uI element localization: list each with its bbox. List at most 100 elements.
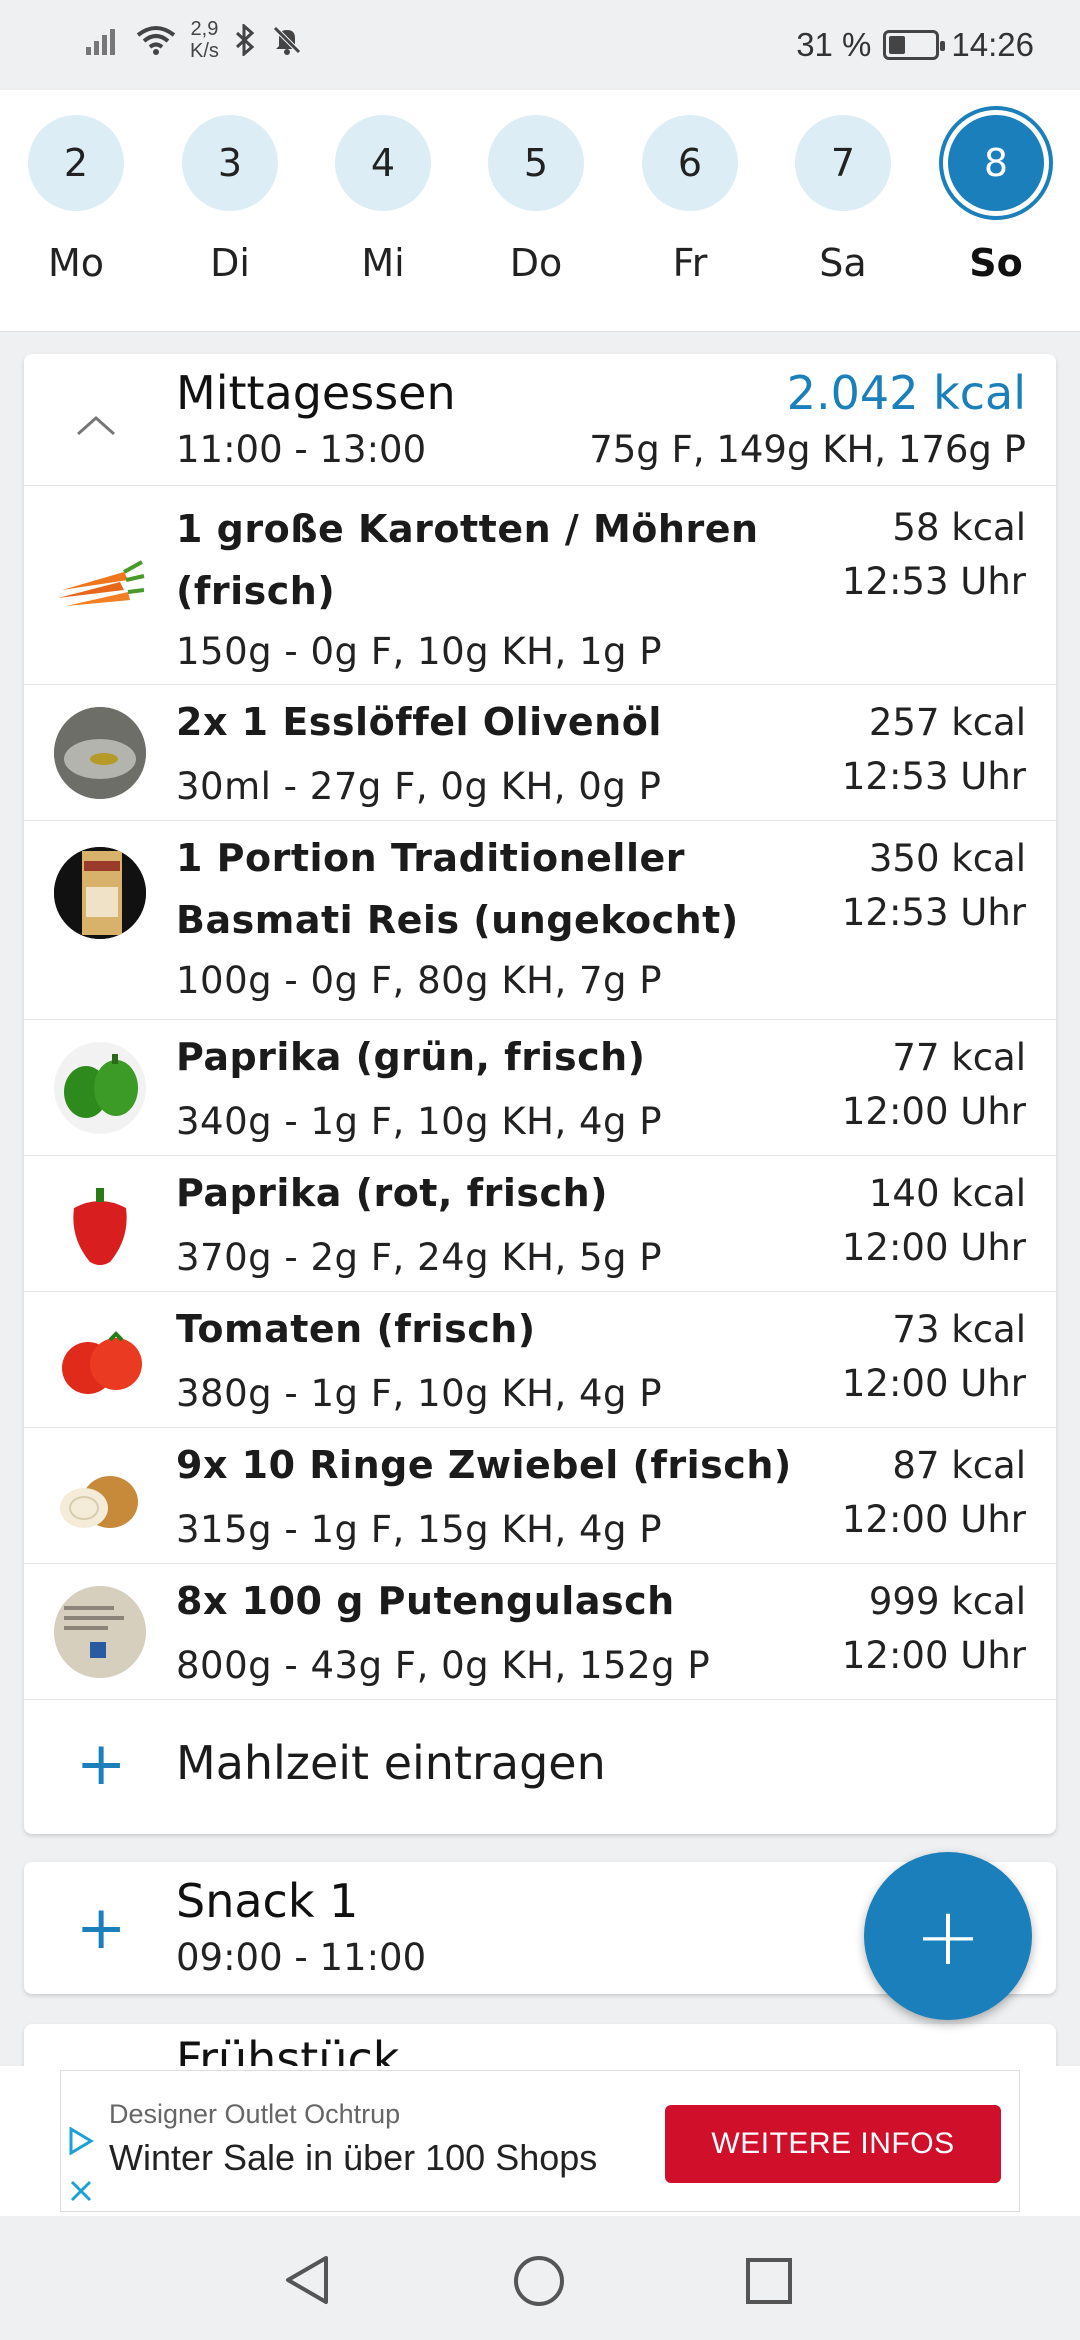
food-kcal: 87 kcal xyxy=(892,1444,1026,1487)
bell-off-icon xyxy=(273,26,301,55)
meal-title: Snack 1 xyxy=(176,1874,359,1928)
food-time: 12:53 Uhr xyxy=(841,891,1026,934)
add-meal-label: Mahlzeit eintragen xyxy=(176,1736,606,1790)
meal-kcal: 2.042 kcal xyxy=(786,366,1026,420)
red-pepper-image xyxy=(54,1178,146,1270)
food-item-onion[interactable]: 9x 10 Ringe Zwiebel (frisch) 315g - 1g F… xyxy=(24,1428,1056,1564)
food-details: 315g - 1g F, 15g KH, 4g P xyxy=(176,1508,663,1551)
food-kcal: 58 kcal xyxy=(892,506,1026,549)
back-icon[interactable] xyxy=(282,2254,332,2306)
food-item-tomato[interactable]: Tomaten (frisch) 380g - 1g F, 10g KH, 4g… xyxy=(24,1292,1056,1428)
ad-advertiser: Designer Outlet Ochtrup xyxy=(109,2099,401,2129)
food-item-green-pepper[interactable]: Paprika (grün, frisch) 340g - 1g F, 10g … xyxy=(24,1020,1056,1156)
turkey-package-image xyxy=(54,1586,146,1678)
recents-icon[interactable] xyxy=(744,2256,794,2306)
food-details: 340g - 1g F, 10g KH, 4g P xyxy=(176,1100,663,1143)
net-speed-unit: K/s xyxy=(190,40,219,62)
day-number: 8 xyxy=(948,115,1044,211)
battery-icon xyxy=(883,30,946,60)
food-time: 12:00 Uhr xyxy=(841,1362,1026,1405)
food-name: Tomaten (frisch) xyxy=(176,1307,536,1351)
day-sa[interactable]: 7 Sa xyxy=(793,115,893,285)
chevron-up-icon[interactable] xyxy=(76,404,116,444)
food-item-red-pepper[interactable]: Paprika (rot, frisch) 370g - 2g F, 24g K… xyxy=(24,1156,1056,1292)
meal-macros: 75g F, 149g KH, 176g P xyxy=(589,428,1026,471)
ad-choices-icon[interactable] xyxy=(67,2127,95,2155)
meal-card-lunch: Mittagessen 11:00 - 13:00 2.042 kcal 75g… xyxy=(24,354,1056,1834)
food-time: 12:53 Uhr xyxy=(841,755,1026,798)
food-kcal: 73 kcal xyxy=(892,1308,1026,1351)
food-kcal: 350 kcal xyxy=(868,837,1026,880)
food-name: Paprika (grün, frisch) xyxy=(176,1035,646,1079)
day-di[interactable]: 3 Di xyxy=(180,115,280,285)
day-so-selected[interactable]: 8 So xyxy=(946,115,1046,285)
day-label: Mi xyxy=(361,241,405,285)
meal-title: Mittagessen xyxy=(176,366,456,420)
food-name: 2x 1 Esslöffel Olivenöl xyxy=(176,700,662,744)
day-number: 2 xyxy=(28,115,124,211)
day-number: 4 xyxy=(335,115,431,211)
food-time: 12:00 Uhr xyxy=(841,1090,1026,1133)
food-name: 9x 10 Ringe Zwiebel (frisch) xyxy=(176,1443,792,1487)
close-icon[interactable] xyxy=(69,2179,93,2203)
meal-time: 09:00 - 11:00 xyxy=(176,1936,427,1979)
day-label: Mo xyxy=(47,241,105,285)
food-kcal: 999 kcal xyxy=(868,1580,1026,1623)
food-item-basmati-rice[interactable]: 1 Portion Traditioneller Basmati Reis (u… xyxy=(24,821,1056,1020)
food-name: 1 große Karotten / Möhren xyxy=(176,507,759,551)
plus-icon: + xyxy=(76,1729,127,1799)
food-item-carrot[interactable]: 1 große Karotten / Möhren (frisch) 150g … xyxy=(24,486,1056,685)
food-kcal: 257 kcal xyxy=(868,701,1026,744)
food-kcal: 77 kcal xyxy=(892,1036,1026,1079)
add-fab-button[interactable]: + xyxy=(864,1852,1032,2020)
meal-header[interactable]: Mittagessen 11:00 - 13:00 2.042 kcal 75g… xyxy=(24,354,1056,486)
food-details: 800g - 43g F, 0g KH, 152g P xyxy=(176,1644,711,1687)
day-label: Fr xyxy=(672,241,708,285)
wifi-icon xyxy=(136,26,176,55)
ad-cta-button[interactable]: WEITERE INFOS xyxy=(665,2105,1001,2183)
plus-icon[interactable]: + xyxy=(76,1898,126,1958)
food-item-turkey-goulash[interactable]: 8x 100 g Putengulasch 800g - 43g F, 0g K… xyxy=(24,1564,1056,1700)
tomato-image xyxy=(54,1314,146,1406)
home-icon[interactable] xyxy=(512,2254,566,2308)
food-details: 30ml - 27g F, 0g KH, 0g P xyxy=(176,765,662,808)
food-item-olive-oil[interactable]: 2x 1 Esslöffel Olivenöl 30ml - 27g F, 0g… xyxy=(24,685,1056,821)
food-details: 150g - 0g F, 10g KH, 1g P xyxy=(176,630,663,673)
week-day-selector: 2 Mo 3 Di 4 Mi 5 Do 6 Fr 7 Sa 8 So xyxy=(0,90,1080,332)
food-kcal: 140 kcal xyxy=(868,1172,1026,1215)
day-label: Sa xyxy=(819,241,867,285)
meal-time: 11:00 - 13:00 xyxy=(176,428,427,471)
day-number: 3 xyxy=(182,115,278,211)
clock: 14:26 xyxy=(951,26,1034,63)
food-name-continued: (frisch) xyxy=(176,569,336,613)
food-details: 100g - 0g F, 80g KH, 7g P xyxy=(176,959,663,1002)
food-details: 380g - 1g F, 10g KH, 4g P xyxy=(176,1372,663,1415)
food-name-continued: Basmati Reis (ungekocht) xyxy=(176,898,739,942)
food-details: 370g - 2g F, 24g KH, 5g P xyxy=(176,1236,663,1279)
food-name: 1 Portion Traditioneller xyxy=(176,836,685,880)
day-do[interactable]: 5 Do xyxy=(486,115,586,285)
food-time: 12:00 Uhr xyxy=(841,1226,1026,1269)
ad-container[interactable]: Designer Outlet Ochtrup Winter Sale in ü… xyxy=(60,2070,1020,2212)
food-time: 12:00 Uhr xyxy=(841,1634,1026,1677)
food-time: 12:53 Uhr xyxy=(841,560,1026,603)
food-name: 8x 100 g Putengulasch xyxy=(176,1579,675,1623)
food-time: 12:00 Uhr xyxy=(841,1498,1026,1541)
day-mi[interactable]: 4 Mi xyxy=(333,115,433,285)
carrot-image xyxy=(54,532,146,624)
day-number: 6 xyxy=(642,115,738,211)
bluetooth-icon xyxy=(235,24,255,56)
day-number: 7 xyxy=(795,115,891,211)
day-fr[interactable]: 6 Fr xyxy=(640,115,740,285)
day-number: 5 xyxy=(488,115,584,211)
olive-oil-image xyxy=(54,707,146,799)
system-nav-bar xyxy=(0,2216,1080,2340)
food-name: Paprika (rot, frisch) xyxy=(176,1171,608,1215)
signal-icon xyxy=(86,29,115,55)
day-mo[interactable]: 2 Mo xyxy=(26,115,126,285)
day-label: Di xyxy=(210,241,250,285)
add-meal-button[interactable]: + Mahlzeit eintragen xyxy=(24,1700,1056,1832)
onion-image xyxy=(54,1450,146,1542)
status-right: 31 % 14:26 xyxy=(796,26,1034,64)
ad-banner[interactable]: Designer Outlet Ochtrup Winter Sale in ü… xyxy=(0,2066,1080,2216)
